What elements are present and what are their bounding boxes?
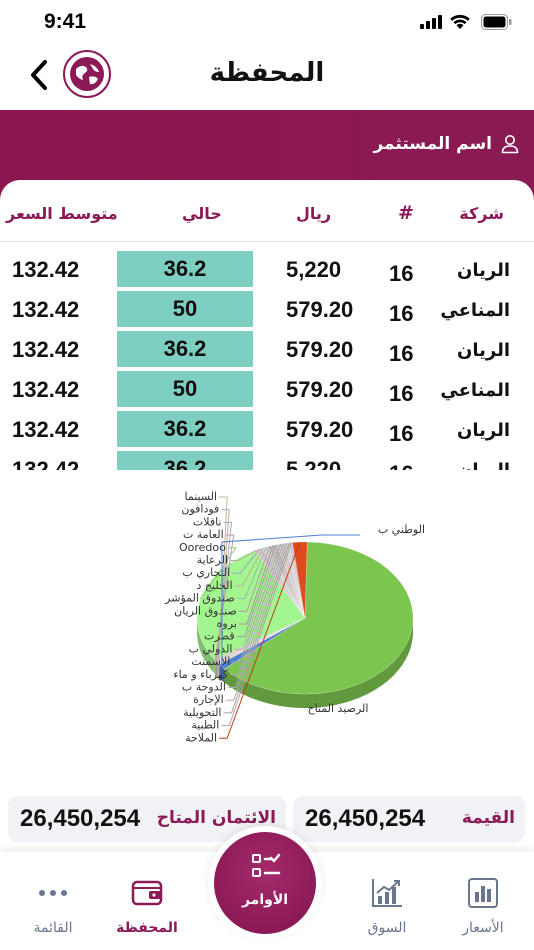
value-amount: 26,450,254 [305, 805, 426, 832]
pie-label: العامة ت [183, 528, 224, 541]
cell-num: 16 [389, 301, 414, 326]
portfolio-pie-chart: السينما فودافون ناقلات العامة ت Ooredoo الرعا… [0, 480, 534, 780]
pie-label: السينما [185, 490, 218, 503]
cell-current: 50 [117, 291, 253, 327]
battery-icon [481, 14, 512, 30]
cell-num: 16 [389, 421, 414, 446]
value-card: القيمة 26,450,254 [293, 796, 525, 842]
table-row[interactable]: الريان 16 5,220 36.2 132.42 [0, 250, 534, 290]
status-bar: 9:41 [0, 0, 534, 48]
header-avg-price: متوسط السعر [6, 204, 118, 223]
table-row[interactable]: المناعي 16 579.20 50 132.42 [0, 290, 534, 330]
cell-riyal: 579.20 [286, 377, 354, 402]
table-header: شركة # ريال حالي متوسط السعر [0, 180, 534, 242]
cell-num: 16 [389, 461, 413, 470]
cell-company: الريان [457, 460, 510, 470]
cell-current: 36.2 [117, 411, 253, 447]
pie-label: الوطني ب [378, 523, 425, 536]
header-riyal: ريال [296, 204, 332, 223]
cell-num: 16 [389, 381, 414, 406]
credit-label: الائتمان المتاح [156, 808, 276, 828]
investor-row: اسم المستثمر [373, 134, 520, 154]
pie-label: قطرت [204, 630, 235, 643]
cell-riyal: 5,220 [286, 457, 342, 470]
nav-market-label: السوق [367, 920, 407, 936]
cell-riyal: 5,220 [286, 257, 342, 282]
cell-riyal: 579.20 [286, 337, 354, 362]
wallet-icon [131, 880, 163, 906]
pie-label: الإجارة [193, 693, 224, 706]
cell-num: 16 [389, 261, 414, 286]
header: المحفظة [0, 44, 534, 110]
status-time: 9:41 [44, 10, 87, 33]
wifi-icon [450, 14, 470, 29]
user-icon [501, 135, 519, 154]
nav-portfolio-label: المحفظة [116, 920, 178, 936]
pie-label: ناقلات [193, 515, 222, 528]
cell-current: 50 [117, 371, 253, 407]
table-row[interactable]: الريان 16 5,220 36.2 132.42 [0, 450, 534, 470]
cell-current: 36.2 [117, 451, 253, 470]
cell-num: 16 [389, 341, 414, 366]
pie-label: صندوق المؤشر [164, 592, 235, 605]
orders-label: الأوامر [241, 892, 289, 908]
pie-label: الدولي ب [189, 642, 233, 655]
cell-company: المناعي [440, 300, 510, 321]
table-row[interactable]: المناعي 16 579.20 50 132.42 [0, 370, 534, 410]
header-company: شركة [459, 204, 504, 223]
pie-label: الدوحة ب [182, 681, 226, 694]
more-dots-icon [39, 890, 67, 896]
pie-label: كهرباء و ماء [173, 668, 228, 681]
pie-label: بروه [217, 617, 237, 630]
nav-portfolio[interactable]: المحفظة [102, 852, 192, 950]
investor-name: اسم المستثمر [373, 134, 492, 154]
pie-chart-svg: السينمافودافونناقلاتالعامة تOoredooالرعا… [164, 490, 425, 744]
growth-chart-icon [372, 879, 402, 907]
cell-avg-price: 132.42 [12, 417, 80, 442]
checklist-icon [252, 853, 281, 877]
cell-avg-price: 132.42 [12, 457, 80, 470]
pie-label: الطبية [191, 719, 219, 732]
cell-company: الريان [456, 420, 510, 441]
pie-label: صندوق الريان [174, 604, 237, 617]
cell-avg-price: 132.42 [12, 337, 80, 362]
header-num: # [398, 202, 414, 224]
nav-menu-label: القائمة [33, 920, 73, 936]
nav-menu[interactable]: القائمة [8, 852, 98, 950]
cell-riyal: 579.20 [286, 417, 354, 442]
cell-company: الريان [456, 260, 510, 281]
nav-prices[interactable]: الأسعار [438, 852, 528, 950]
pie-label: الاسمنت [191, 655, 230, 668]
nav-market[interactable]: السوق [342, 852, 432, 950]
value-label: القيمة [461, 808, 515, 828]
signal-icon [420, 15, 442, 29]
pie-label: الرصيد المتاح [308, 702, 369, 715]
cell-current: 36.2 [117, 251, 253, 287]
pie-label: الملاحة [185, 731, 217, 744]
nav-prices-label: الأسعار [462, 920, 504, 936]
table-row[interactable]: الريان 16 579.20 36.2 132.42 [0, 410, 534, 450]
pie-label: الخليج د [197, 579, 233, 592]
header-current: حالي [182, 204, 222, 223]
orders-button-inner: الأوامر [214, 832, 316, 934]
table-row[interactable]: الريان 16 579.20 36.2 132.42 [0, 330, 534, 370]
cell-avg-price: 132.42 [12, 257, 80, 282]
orders-button[interactable]: الأوامر [208, 826, 322, 940]
pie-label: التجاري ب [182, 566, 230, 579]
page-title: المحفظة [209, 58, 325, 88]
credit-amount: 26,450,254 [20, 805, 141, 832]
cell-company: الريان [456, 340, 510, 361]
cell-avg-price: 132.42 [12, 297, 80, 322]
pie-label: الرعاية [197, 554, 228, 567]
pie-label: التحويلية [183, 706, 221, 719]
bar-chart-icon [468, 878, 498, 908]
holdings-table[interactable]: شركة # ريال حالي متوسط السعر الريان 16 5… [0, 180, 534, 470]
pie-label: Ooredoo [179, 541, 226, 554]
pie-label: فودافون [181, 503, 219, 516]
cell-riyal: 579.20 [286, 297, 354, 322]
cell-company: المناعي [440, 380, 510, 401]
cell-avg-price: 132.42 [12, 377, 80, 402]
cell-current: 36.2 [117, 331, 253, 367]
